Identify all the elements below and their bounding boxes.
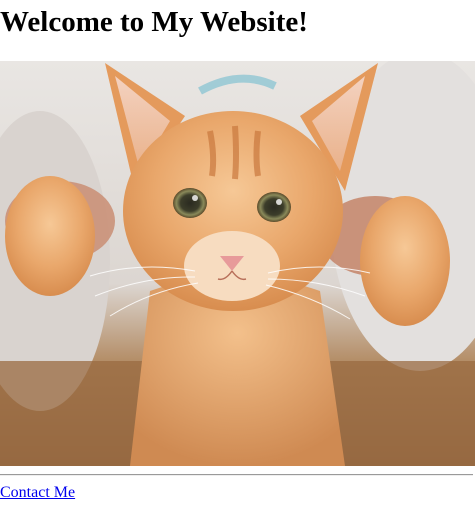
divider <box>0 474 473 476</box>
kitten-photo <box>0 61 475 466</box>
contact-me-link[interactable]: Contact Me <box>0 484 75 502</box>
page-title: Welcome to My Website! <box>0 6 308 38</box>
